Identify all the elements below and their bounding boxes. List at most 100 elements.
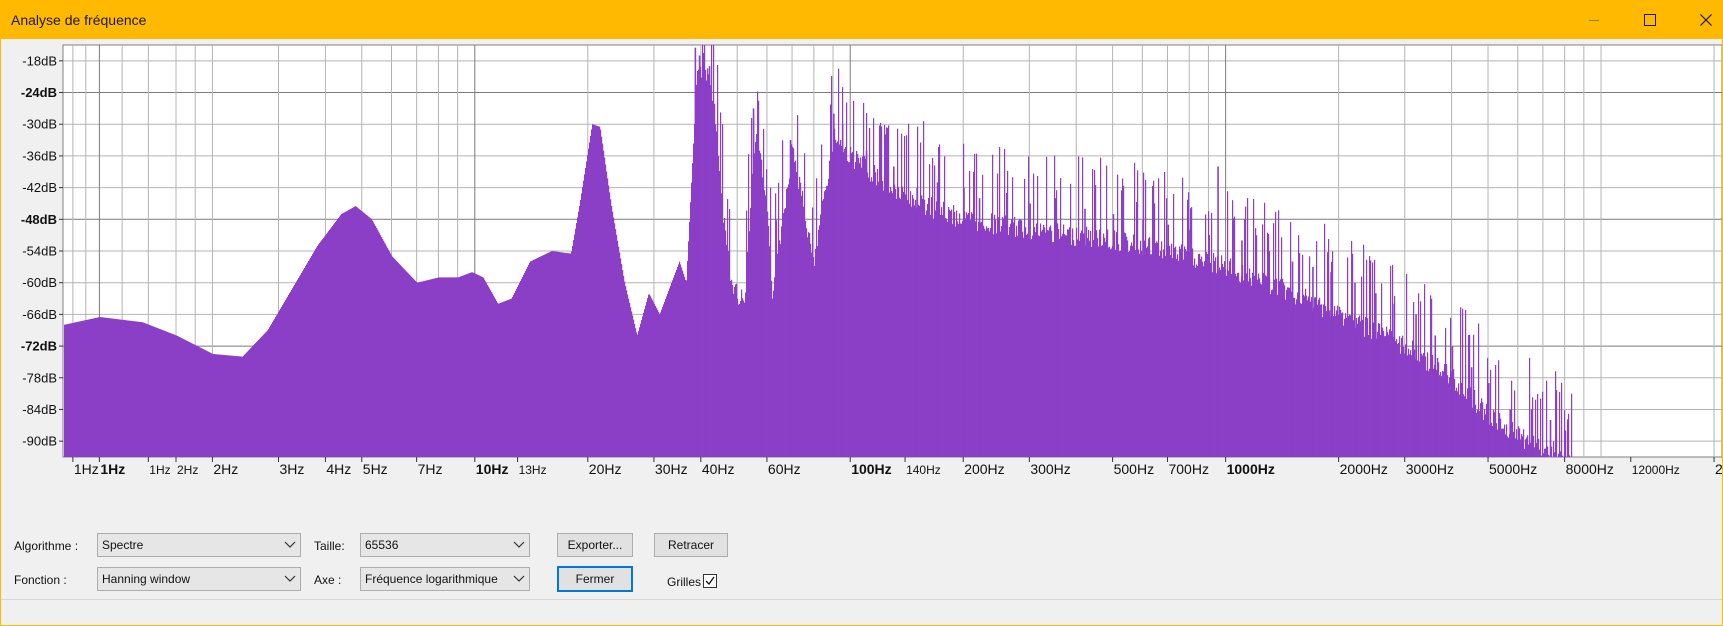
function-label: Fonction :: [14, 573, 67, 587]
y-tick-label: -48dB: [21, 212, 57, 227]
status-bar: [1, 599, 1722, 625]
spectrum-peak: [698, 55, 701, 458]
spectrum-bar: [1556, 390, 1558, 457]
size-select[interactable]: 65536: [360, 533, 530, 557]
frequency-analysis-window: Analyse de fréquence -18dB -24dB -30dB -36d…: [0, 0, 1723, 626]
spectrum-bar: [1568, 413, 1570, 457]
close-dialog-button[interactable]: Fermer: [557, 566, 633, 592]
grids-checkbox[interactable]: [703, 574, 717, 588]
x-tick-label: 3000Hz: [1406, 461, 1454, 477]
spectrum-peak: [1509, 409, 1511, 457]
y-tick-label: -84dB: [22, 402, 57, 417]
x-tick-label: 4Hz: [326, 461, 351, 477]
y-tick-label: -90dB: [22, 434, 57, 449]
chevron-down-icon: [513, 541, 525, 548]
spectrum-peak: [865, 150, 868, 457]
axis-select[interactable]: Fréquence logarithmique: [360, 567, 530, 591]
y-tick-label: -18dB: [22, 53, 57, 68]
chevron-down-icon: [284, 541, 296, 548]
x-tick-label: 140Hz: [906, 463, 941, 477]
x-tick-label: 20000Hz: [1715, 461, 1722, 477]
function-value: Hanning window: [102, 572, 191, 586]
x-tick-label: 300Hz: [1030, 461, 1070, 477]
minimize-icon: [1589, 20, 1599, 21]
function-select[interactable]: Hanning window: [97, 567, 301, 591]
spectrum-peak: [694, 47, 697, 458]
algorithm-value: Spectre: [102, 538, 144, 552]
spectrum-plot[interactable]: -18dB -24dB -30dB -36dB -42dB -48dB -54dB -60dB…: [1, 39, 1722, 484]
y-tick-label: -30dB: [22, 117, 57, 132]
spectrum-bar: [1540, 398, 1542, 457]
spectrum-peak: [1330, 272, 1332, 457]
spectrum-peak: [1530, 409, 1533, 457]
spectrum-bar: [1559, 391, 1561, 457]
spectrum-peak: [1312, 266, 1314, 457]
spectrum-bar: [1561, 382, 1563, 457]
title-bar[interactable]: Analyse de fréquence: [1, 1, 1722, 39]
spectrum-peak: [1375, 293, 1377, 457]
close-button[interactable]: [1678, 1, 1723, 39]
checkmark-icon: [705, 576, 715, 586]
spectrum-peak: [1189, 229, 1191, 457]
spectrum-peak: [1434, 335, 1437, 457]
algorithm-label: Algorithme :: [14, 539, 79, 553]
spectrum-peak: [1112, 214, 1115, 457]
spectrum-peak: [1354, 282, 1356, 457]
chevron-down-icon: [513, 575, 525, 582]
replot-button[interactable]: Retracer: [654, 533, 728, 557]
spectrum-peak: [752, 108, 755, 457]
spectrum-peak: [1208, 235, 1211, 457]
x-axis: 1Hz 1Hz 1Hz 2Hz 2Hz 3Hz 4Hz 5Hz 7Hz 10Hz 13Hz 20Hz 3…: [72, 457, 1722, 477]
spectrum-peak: [1451, 346, 1454, 457]
window-title: Analyse de fréquence: [11, 12, 147, 28]
spectrum-peak: [1167, 224, 1170, 457]
spectrum-bar: [1546, 380, 1548, 457]
x-tick-label: 1Hz: [74, 461, 99, 477]
y-tick-label: -42dB: [22, 180, 57, 195]
spectrum-peak: [936, 182, 939, 458]
y-tick-label: -78dB: [22, 370, 57, 385]
maximize-button[interactable]: [1622, 1, 1678, 39]
x-tick-label: 500Hz: [1114, 461, 1154, 477]
spectrum-peak: [978, 198, 981, 457]
x-tick-label: 1Hz: [149, 463, 170, 477]
y-axis: -18dB -24dB -30dB -36dB -42dB -48dB -54dB -60dB…: [21, 53, 63, 449]
y-tick-label: -54dB: [22, 244, 57, 259]
spectrum-peak: [963, 187, 965, 457]
spectrum-peak: [789, 140, 792, 458]
export-button[interactable]: Exporter...: [557, 533, 633, 557]
x-tick-label: 30Hz: [655, 461, 688, 477]
x-tick-label: 700Hz: [1168, 461, 1208, 477]
spectrum-peak: [1549, 420, 1552, 457]
spectrum-peak: [1084, 208, 1086, 457]
x-tick-label: 10Hz: [476, 461, 509, 477]
x-tick-label: 7Hz: [418, 461, 443, 477]
spectrum-peak: [916, 187, 918, 457]
spectrum-peak: [1142, 219, 1144, 457]
minimize-button[interactable]: [1566, 1, 1622, 39]
close-icon: [1700, 14, 1712, 26]
y-tick-label: -60dB: [22, 275, 57, 290]
grids-label: Grilles: [667, 575, 702, 589]
spectrum-peak: [1488, 383, 1490, 457]
size-label: Taille:: [314, 539, 345, 553]
y-tick-label: -36dB: [22, 148, 57, 163]
spectrum-peak: [1217, 166, 1219, 457]
x-tick-label: 200Hz: [964, 461, 1004, 477]
x-tick-label: 1Hz: [100, 461, 125, 477]
x-tick-label: 100Hz: [851, 461, 891, 477]
spectrum-peak: [1054, 198, 1057, 457]
control-panel: Algorithme : Spectre Taille: 65536 Expor…: [1, 521, 1722, 601]
y-tick-label: -72dB: [21, 339, 57, 354]
x-tick-label: 13Hz: [519, 463, 547, 477]
x-tick-label: 2000Hz: [1340, 461, 1388, 477]
spectrum-bar: [1542, 391, 1544, 457]
spectrum-peak: [758, 150, 761, 457]
spectrum-peak: [1241, 240, 1243, 457]
spectrum-peak: [1268, 251, 1270, 457]
x-tick-label: 1000Hz: [1227, 461, 1275, 477]
spectrum-peak: [1415, 314, 1417, 457]
spectrum-peak: [708, 66, 711, 457]
algorithm-select[interactable]: Spectre: [97, 533, 301, 557]
x-tick-label: 40Hz: [702, 461, 735, 477]
